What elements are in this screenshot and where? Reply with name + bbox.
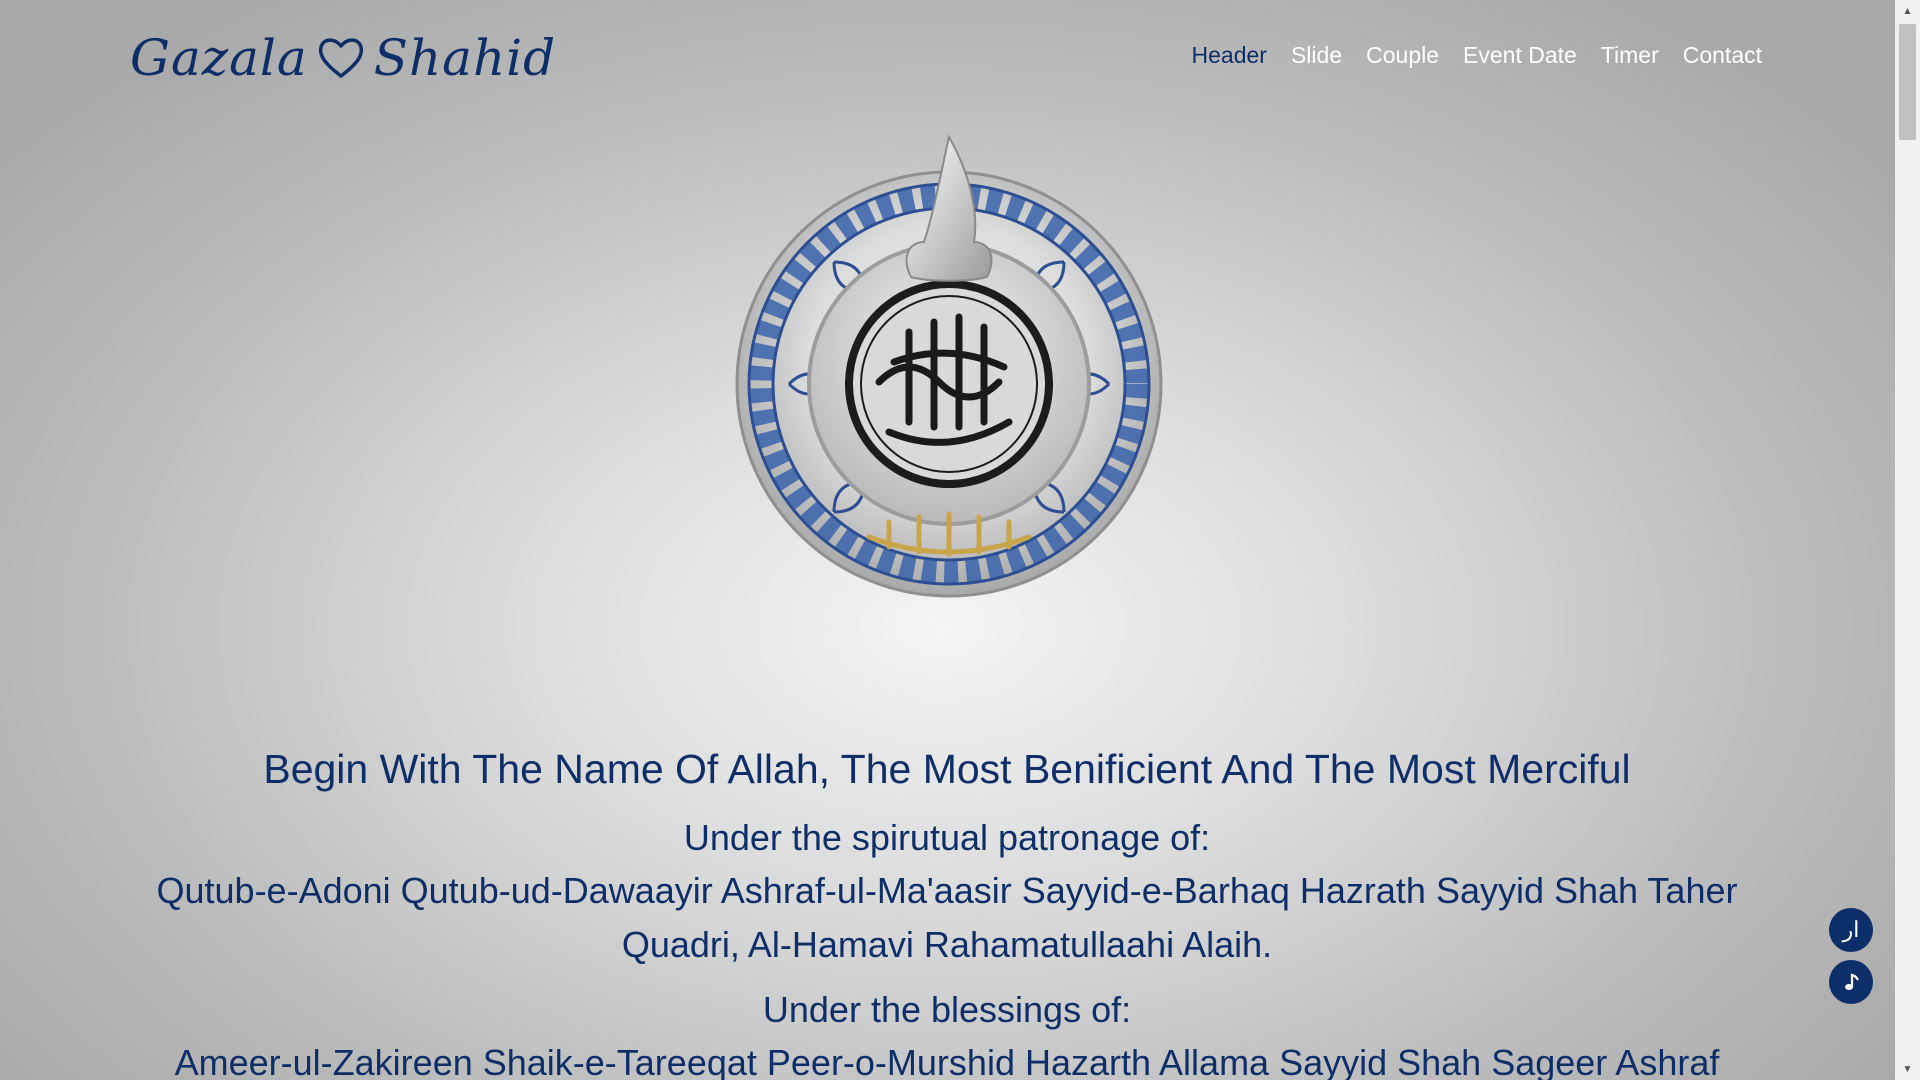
scroll-down-arrow-icon[interactable]: ▼ xyxy=(1895,1058,1920,1080)
nav-item-slide[interactable]: Slide xyxy=(1291,42,1342,69)
brand-logo[interactable]: Gazala Shahid xyxy=(130,18,556,98)
blessings-label: Under the blessings of: xyxy=(762,989,1132,1030)
music-toggle-button[interactable] xyxy=(1829,960,1873,1004)
patronage-label: Under the spirutual patronage of: xyxy=(683,817,1211,858)
brand-first-name: Gazala xyxy=(130,29,308,87)
page: Gazala Shahid Header Slide Couple Event … xyxy=(0,0,1895,1080)
brand-second-name: Shahid xyxy=(373,29,557,87)
nav-item-timer[interactable]: Timer xyxy=(1601,42,1659,69)
language-label: ار xyxy=(1842,917,1860,942)
blessings-names: Ameer-ul-Zakireen Shaik-e-Tareeqat Peer-… xyxy=(174,1042,1720,1080)
vertical-scrollbar[interactable]: ▲ ▼ xyxy=(1895,0,1920,1080)
music-note-icon xyxy=(1845,973,1859,990)
nav-item-event-date[interactable]: Event Date xyxy=(1463,42,1577,69)
scrollbar-thumb[interactable] xyxy=(1899,24,1916,140)
site-header: Gazala Shahid Header Slide Couple Event … xyxy=(0,0,1895,110)
patronage-names: Qutub-e-Adoni Qutub-ud-Dawaayir Ashraf-u… xyxy=(156,870,1738,965)
bismillah-emblem-icon xyxy=(735,134,1163,598)
nav-item-header[interactable]: Header xyxy=(1192,42,1267,69)
nav-item-contact[interactable]: Contact xyxy=(1683,42,1762,69)
main-nav: Header Slide Couple Event Date Timer Con… xyxy=(1192,42,1762,69)
nav-item-couple[interactable]: Couple xyxy=(1366,42,1439,69)
basmala-heading: Begin With The Name Of Allah, The Most B… xyxy=(263,746,1631,792)
language-toggle-button[interactable]: ار xyxy=(1829,908,1873,952)
scroll-up-arrow-icon[interactable]: ▲ xyxy=(1895,0,1920,22)
heart-outline-icon xyxy=(318,38,363,78)
invitation-text: Begin With The Name Of Allah, The Most B… xyxy=(132,738,1762,1080)
